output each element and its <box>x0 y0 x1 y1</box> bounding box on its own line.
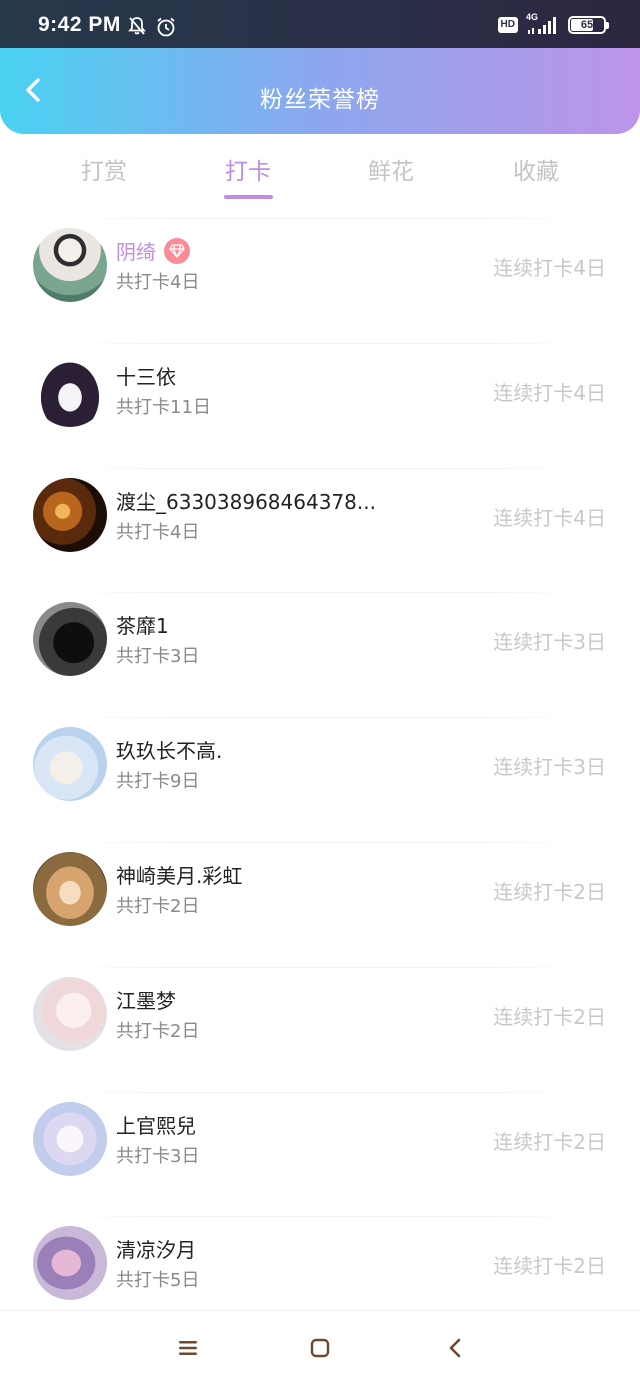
avatar[interactable] <box>33 1101 107 1176</box>
list-item[interactable]: 阴绮 共打卡4日 连续打卡4日 <box>0 218 640 343</box>
alarm-icon <box>155 16 177 42</box>
streak-checkins: 连续打卡4日 <box>493 380 606 405</box>
row-divider <box>70 342 580 344</box>
total-checkins: 共打卡3日 <box>116 1145 200 1167</box>
streak-checkins: 连续打卡4日 <box>493 256 606 280</box>
battery-cap <box>606 22 609 29</box>
row-divider <box>70 966 580 968</box>
list-item[interactable]: 渡尘_633038968464378... 共打卡4日 连续打卡4日 <box>0 467 640 593</box>
fan-name: 阴绮 <box>116 240 156 264</box>
total-checkins: 共打卡3日 <box>116 646 200 668</box>
name-line: 茶靡1 <box>116 610 169 639</box>
menu-button[interactable] <box>175 1337 201 1363</box>
streak-checkins: 连续打卡2日 <box>493 1004 606 1029</box>
list-item[interactable]: 茶靡1 共打卡3日 连续打卡3日 <box>0 592 640 717</box>
status-bar: 9:42 PM HD 4G 65 <box>0 0 640 48</box>
total-checkins: 共打卡11日 <box>116 396 211 418</box>
streak-checkins: 连续打卡3日 <box>493 630 606 655</box>
avatar[interactable] <box>33 727 107 802</box>
fan-name: 渡尘_633038968464378... <box>116 489 376 514</box>
battery-level: 65 <box>580 19 594 31</box>
fan-name: 上官熙兒 <box>116 1113 196 1138</box>
total-checkins: 共打卡2日 <box>116 1020 200 1042</box>
row-divider <box>70 841 580 843</box>
tab-favorites[interactable]: 收藏 <box>513 152 559 186</box>
list-item[interactable]: 上官熙兒 共打卡3日 连续打卡2日 <box>0 1091 640 1217</box>
fan-name: 玖玖长不高. <box>116 739 223 764</box>
back-nav-button[interactable] <box>442 1337 468 1363</box>
name-line: 渡尘_633038968464378... <box>116 486 376 515</box>
total-checkins: 共打卡2日 <box>116 895 200 917</box>
list-item[interactable]: 玖玖长不高. 共打卡9日 连续打卡3日 <box>0 717 640 842</box>
system-nav-bar <box>0 1310 640 1387</box>
list-item[interactable]: 神崎美月.彩虹 共打卡2日 连续打卡2日 <box>0 841 640 967</box>
avatar[interactable] <box>33 851 107 926</box>
row-divider <box>70 1216 580 1218</box>
tab-checkin[interactable]: 打卡 <box>225 152 271 186</box>
page-title: 粉丝荣誉榜 <box>260 87 380 113</box>
avatar[interactable] <box>33 1226 107 1301</box>
fan-name: 江墨梦 <box>116 988 176 1013</box>
tab-flowers[interactable]: 鲜花 <box>368 152 414 186</box>
status-time: 9:42 PM <box>38 13 121 36</box>
total-checkins: 共打卡4日 <box>116 521 200 543</box>
streak-checkins: 连续打卡4日 <box>493 505 606 530</box>
back-triangle-icon <box>445 1337 465 1363</box>
streak-checkins: 连续打卡2日 <box>493 879 606 904</box>
avatar[interactable] <box>33 352 107 427</box>
avatar[interactable] <box>33 477 107 552</box>
row-divider <box>70 218 580 219</box>
diamond-badge-icon <box>164 237 190 264</box>
list-item[interactable]: 十三依 共打卡11日 连续打卡4日 <box>0 342 640 468</box>
row-divider <box>70 467 580 469</box>
name-line: 神崎美月.彩虹 <box>116 860 242 889</box>
menu-icon <box>177 1338 199 1362</box>
row-divider <box>70 717 580 719</box>
name-line: 玖玖长不高. <box>116 735 222 764</box>
avatar[interactable] <box>33 602 107 677</box>
tab-reward[interactable]: 打赏 <box>81 152 127 186</box>
mute-bell-icon <box>127 16 147 40</box>
name-line: 上官熙兒 <box>116 1110 196 1139</box>
avatar[interactable] <box>33 976 107 1051</box>
header: 粉丝荣誉榜 <box>0 48 640 134</box>
hd-icon: HD <box>497 17 518 33</box>
active-tab-indicator <box>224 195 273 199</box>
total-checkins: 共打卡9日 <box>116 771 200 793</box>
name-line: 阴绮 <box>116 236 190 265</box>
fan-name: 十三依 <box>116 364 176 389</box>
total-checkins: 共打卡4日 <box>116 272 200 293</box>
avatar[interactable] <box>33 228 107 302</box>
network-type: 4G <box>526 12 539 22</box>
fan-name: 神崎美月.彩虹 <box>116 863 243 888</box>
name-line: 江墨梦 <box>116 985 176 1014</box>
list-item[interactable]: 江墨梦 共打卡2日 连续打卡2日 <box>0 966 640 1092</box>
total-checkins: 共打卡5日 <box>116 1270 200 1292</box>
4g-signal-icon: 4G <box>526 12 560 36</box>
name-line: 十三依 <box>116 361 176 390</box>
fan-name: 清凉汐月 <box>116 1238 196 1263</box>
fan-list: 阴绮 共打卡4日 连续打卡4日 十三依 共打卡11日 连续打卡4日 渡尘_633… <box>0 218 640 1341</box>
streak-checkins: 连续打卡3日 <box>493 755 606 780</box>
row-divider <box>70 1091 580 1093</box>
home-button[interactable] <box>307 1337 333 1363</box>
name-line: 清凉汐月 <box>116 1234 196 1263</box>
row-divider <box>70 592 580 594</box>
tab-bar: 打赏 打卡 鲜花 收藏 <box>0 134 640 218</box>
fan-name: 茶靡1 <box>116 614 169 639</box>
streak-checkins: 连续打卡2日 <box>493 1254 606 1279</box>
home-square-icon <box>309 1337 331 1363</box>
battery-icon: 65 <box>568 16 609 34</box>
status-right: HD 4G 65 <box>497 12 609 36</box>
streak-checkins: 连续打卡2日 <box>493 1129 606 1154</box>
